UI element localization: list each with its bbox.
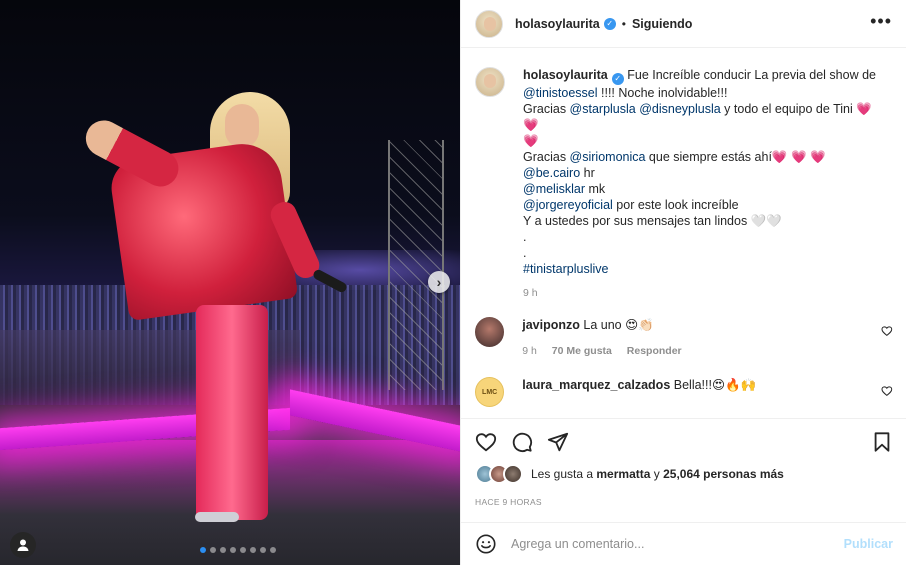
like-comment-heart-icon[interactable]	[881, 325, 893, 337]
caption-text: que siempre estás ahí	[645, 150, 772, 164]
user-icon	[17, 539, 29, 551]
caption-entry: holasoylaurita ✓ Fue Increíble conducir L…	[475, 67, 893, 299]
add-comment-bar: Agrega un comentario... Publicar	[461, 522, 906, 565]
post-media: ›	[0, 0, 460, 565]
post-timestamp[interactable]: HACE 9 HORAS	[475, 497, 542, 507]
caption-text: mk	[585, 182, 606, 196]
more-options-icon[interactable]: •••	[870, 12, 892, 30]
carousel-dot	[240, 547, 246, 553]
carousel-dot	[230, 547, 236, 553]
caption-text: .	[523, 230, 527, 244]
post-actions	[461, 418, 906, 464]
post-modal: › holasoylaurita ✓ • Siguiendo ••• holas…	[0, 0, 906, 565]
heart-emoji: 💗	[523, 134, 539, 148]
publish-button[interactable]: Publicar	[844, 537, 893, 551]
post-side-panel: holasoylaurita ✓ • Siguiendo ••• holasoy…	[460, 0, 906, 565]
comment-likes-link[interactable]: 70 Me gusta	[552, 345, 612, 357]
liker-avatar	[503, 464, 523, 484]
caption-text: Gracias	[523, 102, 570, 116]
share-paper-plane-icon[interactable]	[547, 431, 569, 453]
commenter-avatar[interactable]: LMC	[475, 377, 505, 407]
following-button[interactable]: Siguiendo	[632, 17, 692, 31]
verified-badge-icon: ✓	[611, 73, 624, 85]
caption-text: Gracias	[523, 150, 570, 164]
likes-summary[interactable]: Les gusta a mermatta y 25,064 personas m…	[475, 464, 784, 484]
performer-face	[225, 104, 259, 148]
mention-link[interactable]: @siriomonica	[570, 150, 646, 164]
carousel-dot	[260, 547, 266, 553]
tagged-users-button[interactable]	[10, 532, 36, 558]
comment-item: javiponzo La uno 😍👏🏻 9 h 70 Me gusta Res…	[475, 317, 893, 359]
carousel-dot	[220, 547, 226, 553]
comment-bubble-icon[interactable]	[511, 431, 533, 453]
comment-text: La uno 😍👏🏻	[583, 318, 654, 332]
caption-text: Y a ustedes por sus mensajes tan lindos …	[523, 214, 782, 228]
caption-text: .	[523, 246, 527, 260]
liker-avatars	[475, 464, 523, 484]
commenter-avatar[interactable]	[475, 317, 505, 347]
carousel-indicator	[200, 547, 276, 553]
caption-author-avatar[interactable]	[475, 67, 505, 97]
carousel-dot	[270, 547, 276, 553]
caption-text: Fue Increíble conducir La previa del sho…	[627, 68, 876, 82]
caption-text: !!!! Noche inolvidable!!!	[597, 86, 728, 100]
like-heart-icon[interactable]	[475, 431, 497, 453]
caption-text: y todo el equipo de Tini	[720, 102, 857, 116]
performer-figure	[0, 0, 460, 565]
hashtag-link[interactable]: #tinistarpluslive	[523, 262, 608, 276]
commenter-username[interactable]: laura_marquez_calzados	[522, 378, 670, 392]
author-username[interactable]: holasoylaurita	[515, 17, 600, 31]
author-avatar[interactable]	[475, 9, 503, 38]
carousel-dot	[250, 547, 256, 553]
mention-link[interactable]: @jorgereyoficial	[523, 198, 613, 212]
like-comment-heart-icon[interactable]	[881, 385, 893, 397]
mention-link[interactable]: @melisklar	[523, 182, 585, 196]
separator-dot: •	[621, 16, 626, 31]
comment-input[interactable]: Agrega un comentario...	[511, 537, 844, 551]
caption-text: por este look increíble	[612, 198, 739, 212]
reply-button[interactable]: Responder	[627, 345, 682, 357]
verified-badge-icon: ✓	[603, 17, 616, 30]
likes-prefix: Les gusta a	[531, 467, 597, 481]
caption-time: 9 h	[523, 287, 538, 299]
emoji-smiley-icon[interactable]	[475, 533, 497, 555]
microphone	[311, 268, 349, 294]
mention-link[interactable]: @starplusla	[570, 102, 636, 116]
post-header: holasoylaurita ✓ • Siguiendo •••	[461, 0, 906, 48]
save-bookmark-icon[interactable]	[871, 431, 893, 453]
carousel-dot	[210, 547, 216, 553]
comment-text: Bella!!!😍🔥🙌	[673, 378, 757, 392]
mention-link[interactable]: @disneyplusla	[639, 102, 720, 116]
likes-count[interactable]: 25,064 personas más	[663, 467, 784, 481]
carousel-next-button[interactable]: ›	[428, 271, 450, 293]
comment-time: 9 h	[522, 345, 537, 357]
mention-link[interactable]: @tinistoessel	[523, 86, 598, 100]
carousel-dot	[200, 547, 206, 553]
likes-middle: y	[650, 467, 664, 481]
post-caption: holasoylaurita ✓ Fue Increíble conducir L…	[523, 67, 883, 277]
caption-text: hr	[580, 166, 595, 180]
mention-link[interactable]: @be.cairo	[523, 166, 580, 180]
performer-shoe	[195, 512, 239, 522]
heart-emoji: 💗 💗 💗	[771, 150, 826, 164]
commenter-username[interactable]: javiponzo	[522, 318, 580, 332]
comments-list[interactable]: holasoylaurita ✓ Fue Increíble conducir L…	[461, 49, 906, 417]
comment-meta: 9 h 70 Me gusta Responder	[522, 343, 863, 359]
caption-username[interactable]: holasoylaurita	[523, 68, 608, 82]
sequin-pants	[196, 305, 268, 520]
liker-username[interactable]: mermatta	[596, 467, 650, 481]
comment-item: LMC laura_marquez_calzados Bella!!!😍🔥🙌	[475, 377, 893, 407]
